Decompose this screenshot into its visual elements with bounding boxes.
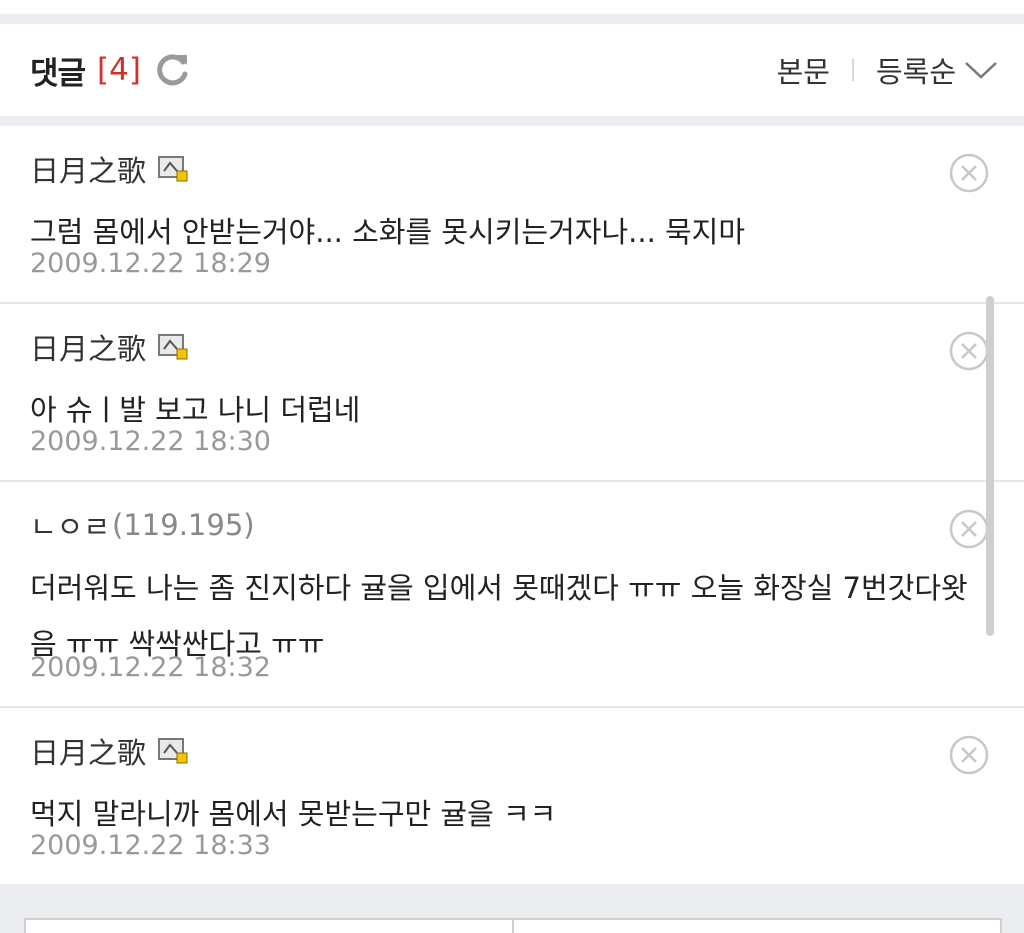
close-circle-icon[interactable] [948,152,990,194]
sort-order-button[interactable]: 등록순 [876,49,956,91]
view-original-button[interactable]: 본문 [777,49,830,91]
comment-date: 2009.12.22 18:29 [30,248,271,279]
author-ip: (119.195) [112,508,255,542]
comment-item: 日月之歌 아 슈ㅣ발 보고 나니 더럽네 2009.12.22 18:30 [0,304,1024,482]
comment-header: 댓글 [4] 본문 등록순 [0,24,1024,116]
author-name: 日月之歌 [30,154,147,188]
chevron-down-icon[interactable] [964,60,998,80]
fixed-nick-badge-icon [158,156,188,182]
refresh-icon[interactable] [153,51,191,89]
scrollbar[interactable] [986,296,994,636]
fixed-nick-badge-icon [158,738,188,764]
comment-date: 2009.12.22 18:33 [30,830,271,861]
close-circle-icon[interactable] [948,734,990,776]
comment-author[interactable]: 日月之歌 [30,730,188,772]
comment-header-right: 본문 등록순 [777,48,998,92]
comment-count: [4] [97,52,141,88]
comment-header-left: 댓글 [4] [30,48,191,92]
author-name: 日月之歌 [30,332,147,366]
comment-date: 2009.12.22 18:30 [30,426,271,457]
author-name: 日月之歌 [30,736,147,770]
comment-title: 댓글 [30,55,86,92]
comment-item: 日月之歌 먹지 말라니까 몸에서 못받는구만 귤을 ㅋㅋ 2009.12.22 … [0,708,1024,884]
close-circle-icon[interactable] [948,508,990,550]
bottom-panel-divider [512,920,514,933]
author-name: ㄴㅇㄹ [30,510,111,544]
comment-author[interactable]: ㄴㅇㄹ (119.195) [30,504,255,546]
comment-item: ㄴㅇㄹ (119.195) 더러워도 나는 좀 진지하다 귤을 입에서 못때겠다… [0,482,1024,708]
fixed-nick-badge-icon [158,334,188,360]
comment-author[interactable]: 日月之歌 [30,148,188,190]
close-circle-icon[interactable] [948,330,990,372]
comment-item: 日月之歌 그럼 몸에서 안받는거야... 소화를 못시키는거자나... 묵지마 … [0,126,1024,304]
bottom-panel [24,918,1002,933]
top-strip [0,0,1024,14]
comment-list: 日月之歌 그럼 몸에서 안받는거야... 소화를 못시키는거자나... 묵지마 … [0,126,1024,884]
comment-author[interactable]: 日月之歌 [30,326,188,368]
header-divider [851,59,854,81]
comment-date: 2009.12.22 18:32 [30,652,271,683]
